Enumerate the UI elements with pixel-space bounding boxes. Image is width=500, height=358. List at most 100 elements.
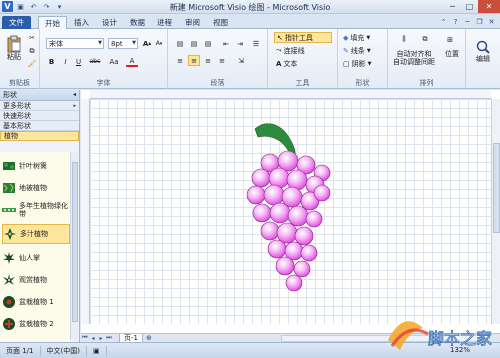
category-plants[interactable]: 植物 bbox=[0, 131, 79, 141]
font-size-combo[interactable]: 8pt ▼ bbox=[108, 38, 138, 49]
tab-review[interactable]: 审阅 bbox=[179, 16, 206, 29]
shrink-font-button[interactable]: A ▾ bbox=[154, 38, 164, 49]
align-center-icon[interactable]: ≡ bbox=[188, 55, 200, 66]
status-language[interactable]: 中文(中国) bbox=[41, 345, 87, 356]
decrease-indent-icon[interactable]: ⇤ bbox=[220, 38, 232, 49]
shadow-button[interactable]: ▢ 阴影 ▼ bbox=[341, 58, 385, 69]
category-label: 基本形状 bbox=[3, 121, 31, 130]
change-case-button[interactable]: Aa bbox=[107, 56, 121, 67]
first-page-icon[interactable]: ⏮ bbox=[81, 334, 89, 342]
shape-label: 盆栽植物 1 bbox=[19, 298, 54, 306]
auto-align-button[interactable]: 自动对齐和 自动调整间距 bbox=[388, 49, 440, 67]
align-bottom-icon[interactable]: ▤ bbox=[202, 38, 214, 49]
paragraph-group: ▤ ▤ ▤ ⇤ ⇥ ☰ ≡ ≡ ≡ ≡ ⇲ 段落 bbox=[168, 29, 268, 89]
macro-icon[interactable]: ▣ bbox=[87, 345, 107, 356]
grape-bunch[interactable] bbox=[246, 150, 331, 292]
panel-collapse-icon[interactable]: ◂ bbox=[73, 91, 76, 98]
succulent-icon bbox=[4, 228, 16, 240]
position-icon[interactable]: ⊞ bbox=[440, 32, 460, 48]
tools-group: ↖ 指针工具 ⤳ 连接线 A 文本 工具 bbox=[268, 29, 338, 89]
shape-item-potted-2[interactable]: 盆栽植物 2 bbox=[2, 314, 70, 334]
align-right-icon[interactable]: ≡ bbox=[202, 55, 214, 66]
groundcover-icon bbox=[3, 183, 15, 193]
last-page-icon[interactable]: ⏭ bbox=[105, 334, 113, 342]
align-top-icon[interactable]: ▤ bbox=[174, 38, 186, 49]
potted-plant-icon bbox=[3, 318, 15, 330]
tab-view[interactable]: 视图 bbox=[207, 16, 234, 29]
vertical-scrollbar[interactable] bbox=[491, 99, 500, 324]
group-shapes-icon[interactable]: ⧉ bbox=[418, 32, 432, 46]
tab-home[interactable]: 开始 bbox=[38, 16, 67, 29]
align-shapes-icon[interactable]: ⫼ bbox=[393, 32, 415, 46]
justify-icon[interactable]: ≡ bbox=[216, 55, 228, 66]
minimize-button[interactable]: ─ bbox=[444, 0, 461, 13]
category-more-shapes[interactable]: 更多形状 ▸ bbox=[0, 101, 79, 111]
shape-item-hedge[interactable]: 针叶树篱 bbox=[2, 156, 70, 176]
paste-button[interactable]: 粘贴 bbox=[4, 33, 24, 63]
maximize-button[interactable]: □ bbox=[461, 0, 478, 13]
shape-item-groundcover[interactable]: 地被植物 bbox=[2, 178, 70, 198]
shadow-label: 阴影 bbox=[351, 59, 366, 68]
shapes-scroll-thumb[interactable] bbox=[72, 162, 78, 322]
underline-button[interactable]: U bbox=[74, 56, 83, 67]
tab-insert[interactable]: 插入 bbox=[68, 16, 95, 29]
increase-indent-icon[interactable]: ⇥ bbox=[234, 38, 246, 49]
shapes-scrollbar[interactable] bbox=[70, 152, 78, 340]
prev-page-icon[interactable]: ◂ bbox=[89, 335, 97, 342]
edit-button[interactable]: 编辑 bbox=[472, 35, 494, 67]
shape-list: 针叶树篱 地被植物 多年生植物绿化带 多汁植物 仙人掌 观赏植物 盆栽植物 1 bbox=[0, 152, 70, 342]
shape-item-perennial[interactable]: 多年生植物绿化带 bbox=[2, 200, 70, 220]
connector-button[interactable]: ⤳ 连接线 bbox=[274, 45, 332, 56]
category-basic-shapes[interactable]: 基本形状 bbox=[0, 121, 79, 131]
position-button[interactable]: 位置 bbox=[440, 49, 464, 59]
shape-label: 观赏植物 bbox=[19, 276, 47, 284]
pointer-icon: ↖ bbox=[277, 33, 283, 42]
text-tool-button[interactable]: A 文本 bbox=[274, 58, 332, 69]
line-button[interactable]: ✎ 线条 ▼ bbox=[341, 45, 385, 56]
grape-drawing[interactable] bbox=[90, 99, 490, 324]
font-name-combo[interactable]: 宋体 ▼ bbox=[46, 38, 104, 49]
bullets-icon[interactable]: ☰ bbox=[250, 38, 262, 49]
tab-file[interactable]: 文件 bbox=[2, 16, 31, 29]
next-page-icon[interactable]: ▸ bbox=[97, 335, 105, 342]
doc-close-icon[interactable]: ✕ bbox=[487, 17, 496, 26]
shapes-panel-header: 形状 ◂ bbox=[0, 90, 79, 101]
doc-minimize-icon[interactable]: ─ bbox=[463, 17, 472, 26]
doc-restore-icon[interactable]: ❐ bbox=[475, 17, 484, 26]
shadow-icon: ▢ bbox=[343, 59, 350, 68]
add-page-icon[interactable]: ⊕ bbox=[146, 334, 152, 342]
drawing-page[interactable] bbox=[90, 99, 491, 324]
arrange-group-label: 排列 bbox=[419, 79, 434, 87]
align-middle-icon[interactable]: ▤ bbox=[188, 38, 200, 49]
tab-data[interactable]: 数据 bbox=[124, 16, 151, 29]
help-icon[interactable]: ? bbox=[451, 17, 460, 26]
tab-process[interactable]: 进程 bbox=[151, 16, 178, 29]
shape-item-cactus[interactable]: 仙人掌 bbox=[2, 248, 70, 268]
category-quick-shapes[interactable]: 快速形状 bbox=[0, 111, 79, 121]
text-direction-icon[interactable]: ⇲ bbox=[234, 55, 248, 66]
status-page[interactable]: 页面 1/1 bbox=[0, 345, 41, 356]
tab-design[interactable]: 设计 bbox=[96, 16, 123, 29]
edit-group: 编辑 bbox=[466, 29, 500, 89]
align-left-icon[interactable]: ≡ bbox=[174, 55, 186, 66]
ribbon-collapse-icon[interactable]: ⌃ bbox=[439, 17, 448, 26]
close-button[interactable]: ✕ bbox=[478, 0, 500, 13]
fill-button[interactable]: ◆ 填充 ▼ bbox=[341, 32, 385, 43]
format-painter-icon[interactable]: 🖌 bbox=[27, 59, 37, 69]
pointer-tool-button[interactable]: ↖ 指针工具 bbox=[274, 32, 332, 43]
shapes-panel: 形状 ◂ 更多形状 ▸ 快速形状 基本形状 植物 针叶树篱 地被植物 多年生植物绿… bbox=[0, 90, 80, 342]
grow-font-button[interactable]: A ▴ bbox=[142, 38, 152, 49]
pointer-tool-label: 指针工具 bbox=[284, 33, 313, 42]
shape-item-potted-1[interactable]: 盆栽植物 1 bbox=[2, 292, 70, 312]
shape-item-succulent[interactable]: 多汁植物 bbox=[2, 224, 70, 244]
window-title: 新建 Microsoft Visio 绘图 - Microsoft Visio bbox=[169, 3, 331, 12]
strikethrough-button[interactable]: abc bbox=[88, 56, 102, 67]
shapes-panel-title: 形状 bbox=[3, 91, 17, 99]
font-color-button[interactable]: A bbox=[126, 56, 138, 67]
copy-icon[interactable]: ⧉ bbox=[27, 46, 37, 56]
vertical-scroll-thumb[interactable] bbox=[493, 143, 500, 233]
cut-icon[interactable]: ✂ bbox=[27, 33, 37, 43]
shape-item-ornamental[interactable]: 观赏植物 bbox=[2, 270, 70, 290]
italic-button[interactable]: I bbox=[61, 56, 70, 67]
bold-button[interactable]: B bbox=[47, 56, 56, 67]
